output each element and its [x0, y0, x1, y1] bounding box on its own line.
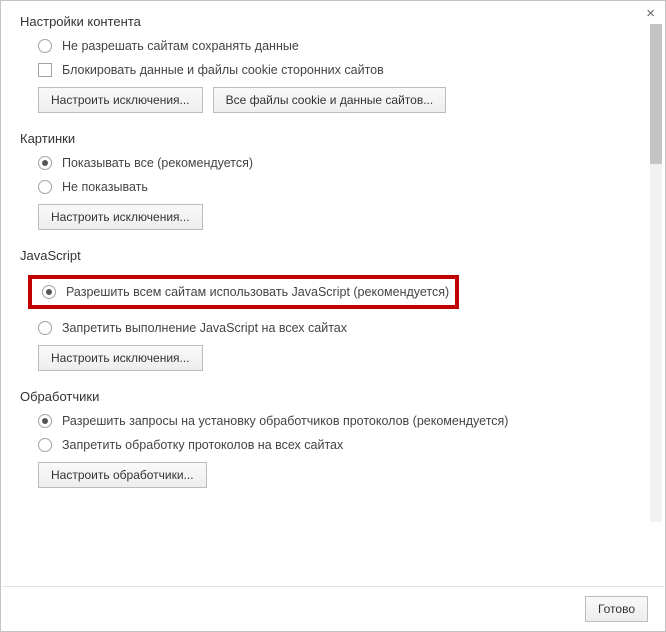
exceptions-button-images[interactable]: Настроить исключения... — [38, 204, 203, 230]
radio-icon[interactable] — [38, 180, 52, 194]
radio-label: Запретить выполнение JavaScript на всех … — [62, 321, 347, 335]
radio-label: Показывать все (рекомендуется) — [62, 156, 253, 170]
radio-row-js-allow[interactable]: Разрешить всем сайтам использовать JavaS… — [42, 285, 449, 299]
exceptions-button-javascript[interactable]: Настроить исключения... — [38, 345, 203, 371]
section-title-handlers: Обработчики — [20, 389, 646, 404]
highlight-frame: Разрешить всем сайтам использовать JavaS… — [28, 275, 459, 309]
radio-icon[interactable] — [38, 321, 52, 335]
radio-icon[interactable] — [38, 438, 52, 452]
done-button[interactable]: Готово — [585, 596, 648, 622]
all-cookies-button[interactable]: Все файлы cookie и данные сайтов... — [213, 87, 447, 113]
section-title-images: Картинки — [20, 131, 646, 146]
content-settings-dialog: × Настройки контента Не разрешать сайтам… — [0, 0, 666, 632]
radio-label: Не разрешать сайтам сохранять данные — [62, 39, 299, 53]
radio-label: Разрешить запросы на установку обработчи… — [62, 414, 508, 428]
radio-label: Разрешить всем сайтам использовать JavaS… — [66, 285, 449, 299]
radio-row-handlers-block[interactable]: Запретить обработку протоколов на всех с… — [38, 438, 646, 452]
section-title-content-settings: Настройки контента — [20, 14, 646, 29]
checkbox-row-block-third-party[interactable]: Блокировать данные и файлы cookie сторон… — [38, 63, 646, 77]
radio-icon[interactable] — [38, 156, 52, 170]
section-title-javascript: JavaScript — [20, 248, 646, 263]
exceptions-button-cookies[interactable]: Настроить исключения... — [38, 87, 203, 113]
checkbox-label: Блокировать данные и файлы cookie сторон… — [62, 63, 384, 77]
dialog-footer: Готово — [2, 586, 664, 630]
radio-icon[interactable] — [38, 414, 52, 428]
scroll-area: Настройки контента Не разрешать сайтам с… — [2, 2, 664, 582]
radio-row-js-block[interactable]: Запретить выполнение JavaScript на всех … — [38, 321, 646, 335]
radio-row-no-save-data[interactable]: Не разрешать сайтам сохранять данные — [38, 39, 646, 53]
handlers-button[interactable]: Настроить обработчики... — [38, 462, 207, 488]
radio-label: Не показывать — [62, 180, 148, 194]
radio-icon[interactable] — [42, 285, 56, 299]
radio-row-images-show-all[interactable]: Показывать все (рекомендуется) — [38, 156, 646, 170]
radio-icon[interactable] — [38, 39, 52, 53]
radio-label: Запретить обработку протоколов на всех с… — [62, 438, 343, 452]
scrollbar-thumb[interactable] — [650, 24, 662, 164]
radio-row-handlers-allow[interactable]: Разрешить запросы на установку обработчи… — [38, 414, 646, 428]
radio-row-images-no-show[interactable]: Не показывать — [38, 180, 646, 194]
checkbox-icon[interactable] — [38, 63, 52, 77]
